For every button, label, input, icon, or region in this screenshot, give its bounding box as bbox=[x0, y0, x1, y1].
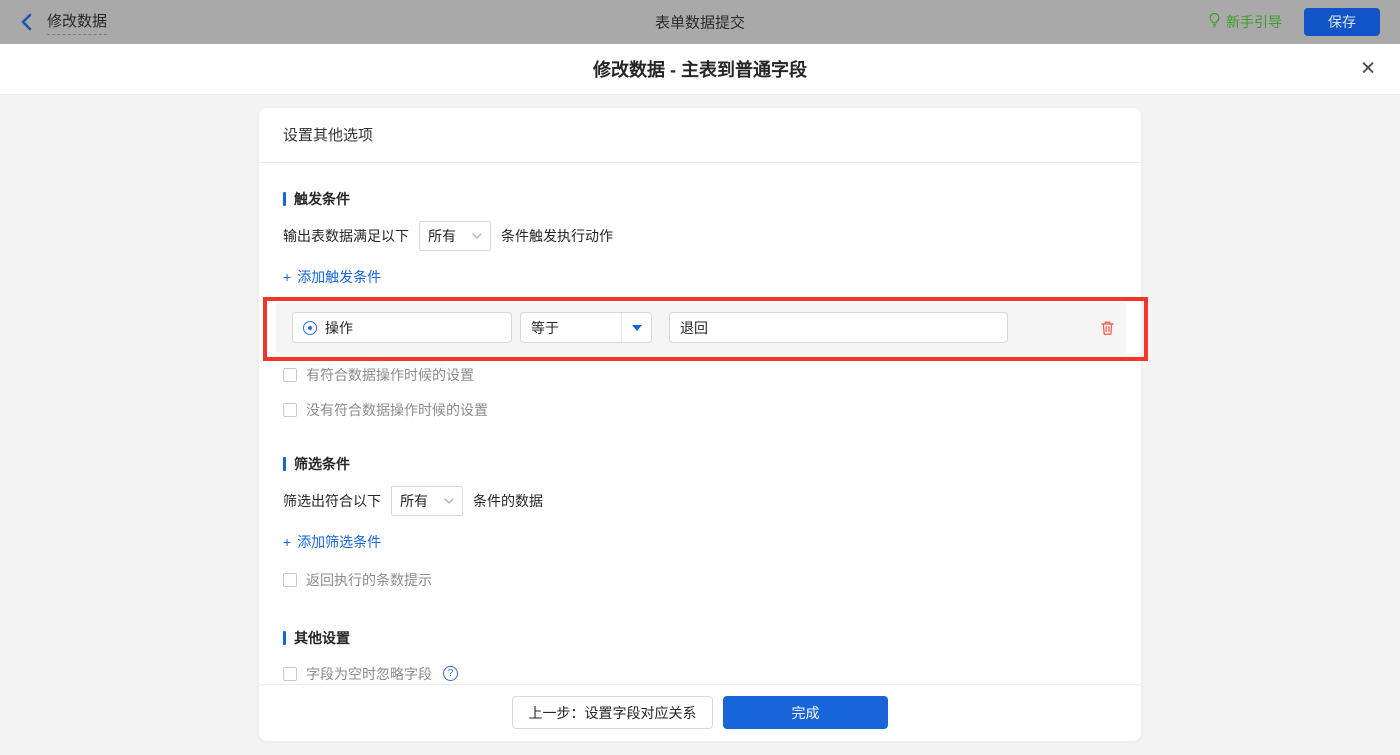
section-filter-conditions: 筛选条件 bbox=[283, 454, 1117, 474]
previous-step-button[interactable]: 上一步：设置字段对应关系 bbox=[512, 696, 713, 730]
condition-field-select[interactable]: 操作 bbox=[292, 312, 512, 344]
chevron-down-icon bbox=[444, 497, 454, 504]
checkbox-icon[interactable] bbox=[283, 402, 297, 417]
trash-icon bbox=[1101, 321, 1114, 335]
back-node-label[interactable]: 修改数据 bbox=[47, 10, 108, 35]
triangle-down-icon bbox=[631, 324, 642, 331]
add-filter-condition-link[interactable]: + 添加筛选条件 bbox=[283, 532, 381, 552]
filter-mode-prefix: 筛选出符合以下 bbox=[283, 492, 381, 509]
section-accent-bar bbox=[283, 456, 286, 471]
trigger-condition-row-wrap: 操作 等于 退回 bbox=[263, 296, 1148, 361]
back-chevron-icon[interactable] bbox=[20, 13, 33, 31]
close-icon[interactable]: ✕ bbox=[1360, 60, 1376, 79]
plus-icon: + bbox=[283, 533, 292, 550]
trigger-mode-prefix: 输出表数据满足以下 bbox=[283, 227, 409, 244]
beginner-guide-link[interactable]: 新手引导 bbox=[1208, 12, 1282, 33]
add-trigger-condition-link[interactable]: + 添加触发条件 bbox=[283, 267, 381, 287]
panel-header: 设置其他选项 bbox=[259, 108, 1141, 163]
condition-operator-select[interactable]: 等于 bbox=[520, 312, 652, 344]
checkbox-icon[interactable] bbox=[283, 572, 297, 587]
checkbox-has-matching-data[interactable]: 有符合数据操作时候的设置 bbox=[283, 365, 474, 385]
lightbulb-icon bbox=[1208, 12, 1221, 33]
radio-field-type-icon bbox=[303, 320, 317, 335]
flow-title: 表单数据提交 bbox=[654, 14, 746, 32]
top-toolbar: 修改数据 表单数据提交 新手引导 保存 bbox=[0, 0, 1400, 44]
filter-mode-row: 筛选出符合以下 所有 条件的数据 bbox=[283, 485, 1117, 516]
chevron-down-icon bbox=[472, 232, 482, 239]
checkbox-return-count-hint[interactable]: 返回执行的条数提示 bbox=[283, 570, 432, 590]
plus-icon: + bbox=[283, 268, 292, 285]
checkbox-no-matching-data[interactable]: 没有符合数据操作时候的设置 bbox=[283, 400, 488, 420]
checkbox-icon[interactable] bbox=[283, 666, 297, 681]
dialog-header: 修改数据 - 主表到普通字段 ✕ bbox=[0, 44, 1400, 95]
filter-mode-suffix: 条件的数据 bbox=[473, 492, 543, 509]
condition-value-input[interactable]: 退回 bbox=[669, 312, 1008, 344]
operator-caret-zone[interactable] bbox=[621, 313, 651, 343]
trigger-mode-suffix: 条件触发执行动作 bbox=[501, 227, 613, 244]
section-trigger-conditions: 触发条件 bbox=[283, 189, 1117, 209]
dialog-title: 修改数据 - 主表到普通字段 bbox=[593, 60, 807, 80]
trigger-mode-select[interactable]: 所有 bbox=[419, 220, 491, 251]
filter-mode-select[interactable]: 所有 bbox=[391, 485, 463, 516]
save-button[interactable]: 保存 bbox=[1304, 8, 1380, 36]
dialog-body: 设置其他选项 触发条件 输出表数据满足以下 所有 条件触发执行动作 + 添加触发… bbox=[0, 95, 1400, 755]
section-other-settings: 其他设置 bbox=[283, 628, 1117, 648]
beginner-guide-label: 新手引导 bbox=[1226, 14, 1282, 30]
panel-footer: 上一步：设置字段对应关系 完成 bbox=[259, 683, 1141, 741]
finish-button[interactable]: 完成 bbox=[723, 696, 888, 730]
trigger-mode-row: 输出表数据满足以下 所有 条件触发执行动作 bbox=[283, 220, 1117, 251]
help-question-icon[interactable]: ? bbox=[443, 666, 458, 682]
checkbox-icon[interactable] bbox=[283, 367, 297, 382]
trigger-condition-row: 操作 等于 退回 bbox=[276, 302, 1126, 353]
delete-condition-button[interactable] bbox=[1100, 320, 1115, 336]
checkbox-ignore-empty-fields[interactable]: 字段为空时忽略字段 ? bbox=[283, 664, 458, 684]
section-accent-bar bbox=[283, 191, 286, 206]
section-accent-bar bbox=[283, 630, 286, 645]
options-panel: 设置其他选项 触发条件 输出表数据满足以下 所有 条件触发执行动作 + 添加触发… bbox=[259, 108, 1148, 741]
